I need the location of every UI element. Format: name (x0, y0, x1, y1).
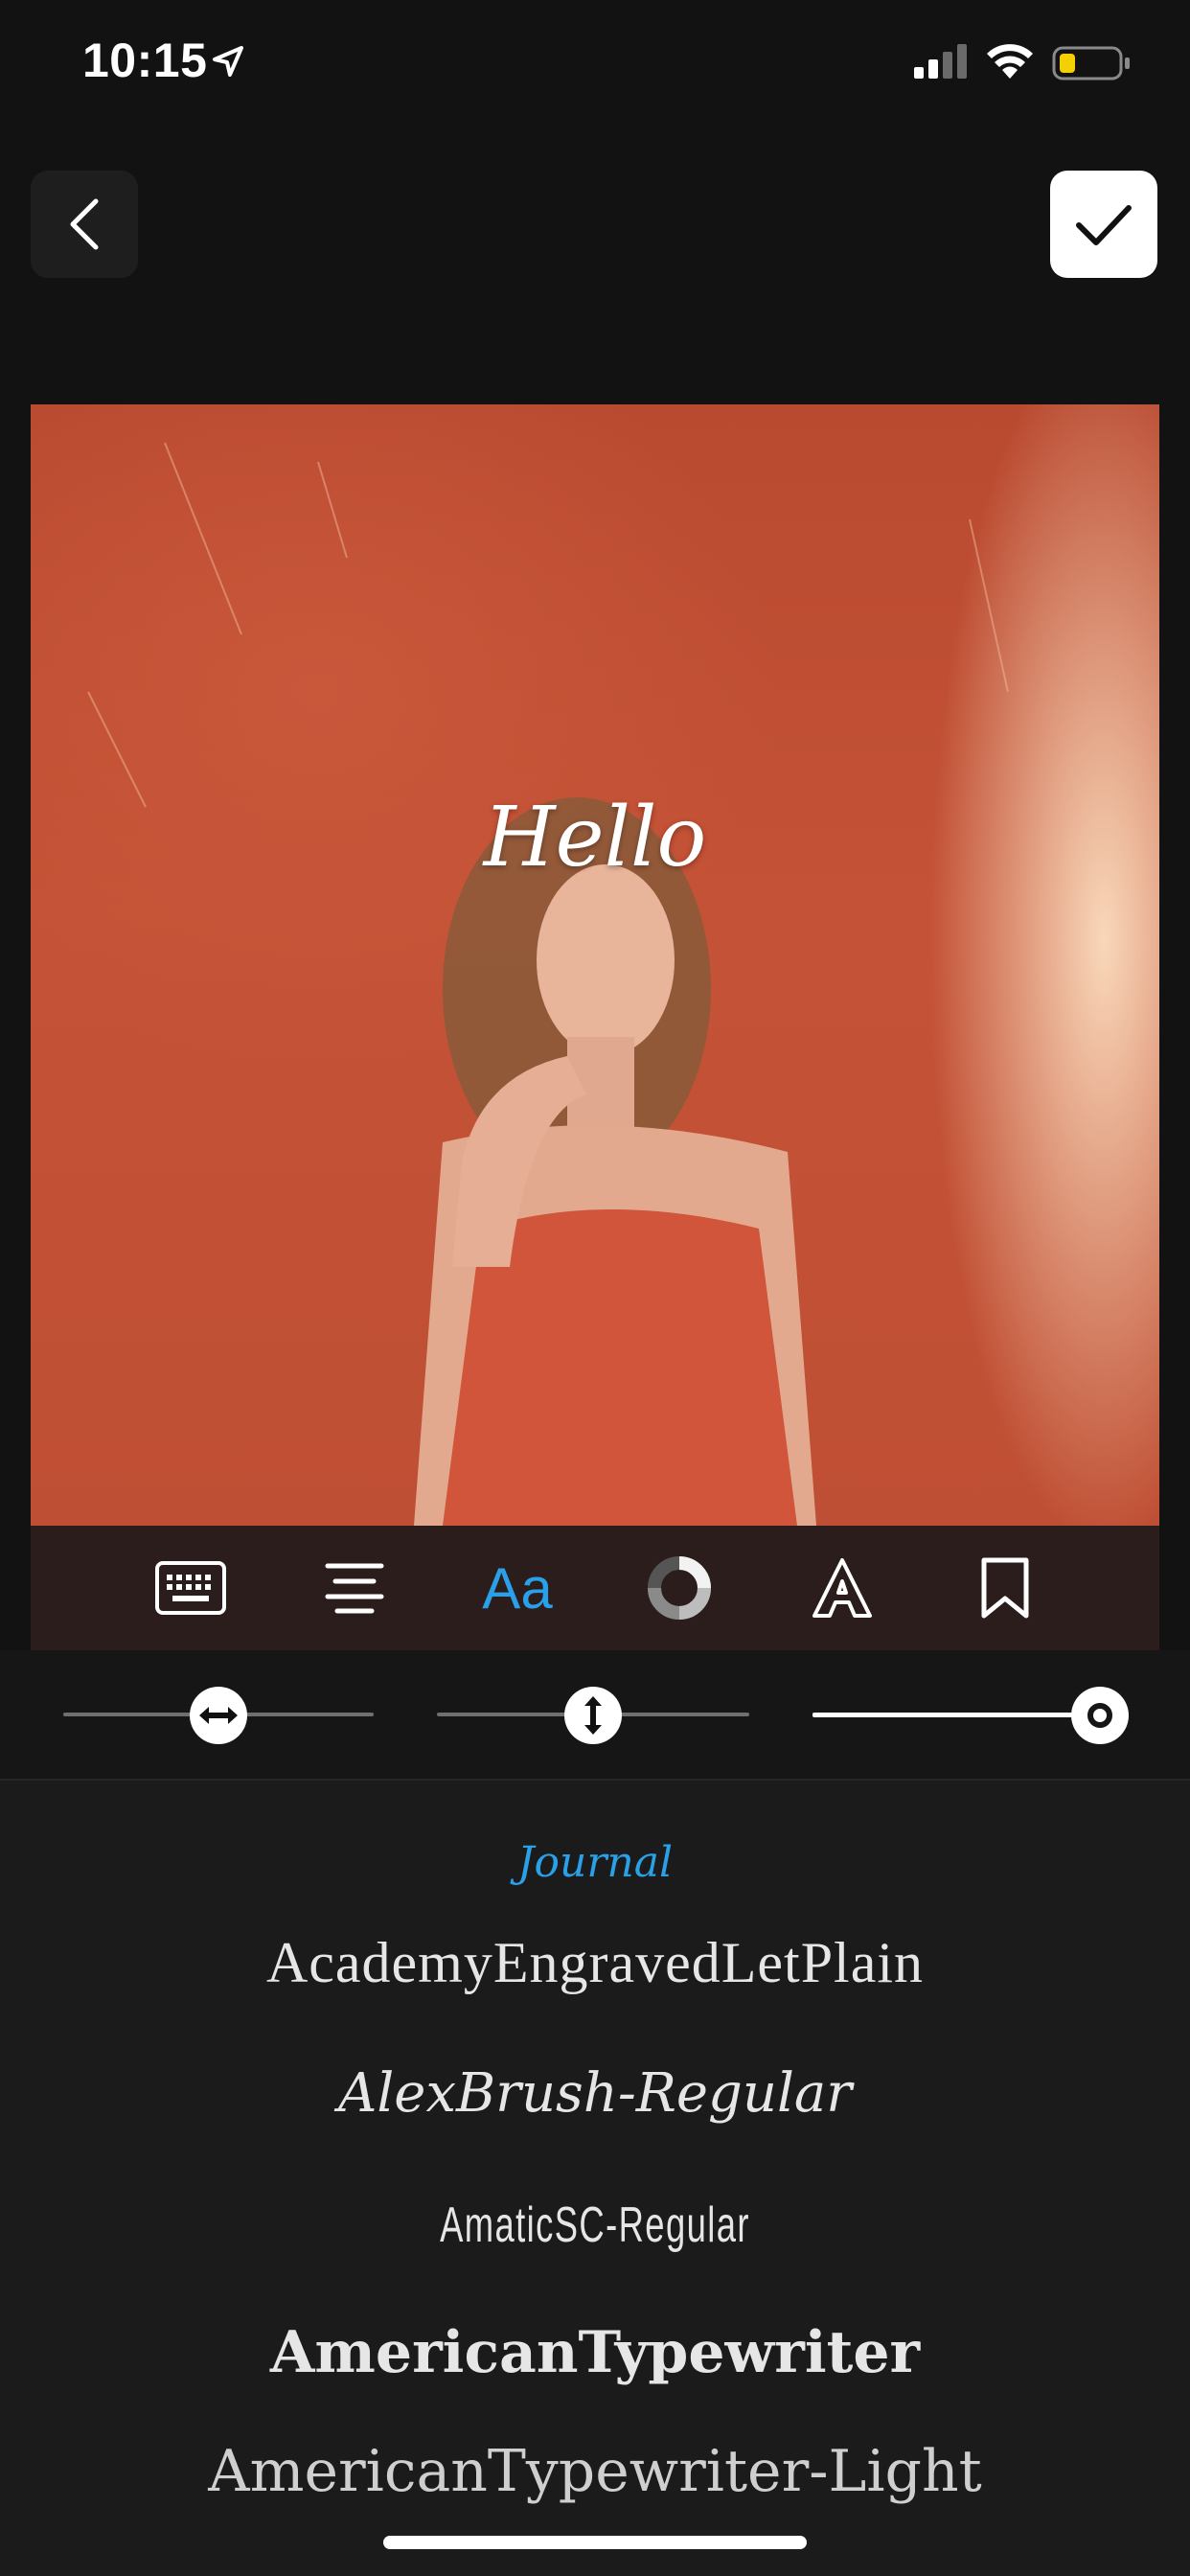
alignment-tool[interactable] (311, 1545, 398, 1631)
photo-image (87, 442, 1009, 1526)
confirm-button[interactable] (1050, 171, 1157, 278)
bookmark-icon (981, 1557, 1029, 1619)
font-tool[interactable]: Aa (474, 1545, 561, 1631)
status-time: 10:15 (82, 34, 208, 87)
keyboard-tool[interactable] (148, 1545, 234, 1631)
opacity-track[interactable] (812, 1713, 1100, 1717)
letter-spacing-slider[interactable] (190, 1687, 247, 1744)
home-indicator (383, 2536, 807, 2549)
font-item[interactable]: AmericanTypewriter (0, 2319, 1190, 2386)
wifi-icon (987, 44, 1033, 79)
location-arrow-icon (213, 46, 243, 77)
canvas-text[interactable]: Hello (31, 790, 1159, 886)
text-toolbar: Aa (31, 1526, 1159, 1650)
cellular-signal-icon (914, 44, 967, 79)
font-item[interactable]: AcademyEngravedLetPlain (0, 1930, 1190, 1996)
line-height-slider[interactable] (564, 1687, 622, 1744)
font-item[interactable]: AlexBrush-Regular (0, 2062, 1190, 2125)
opacity-slider[interactable] (1071, 1687, 1129, 1744)
font-item-selected[interactable]: Journal (0, 1838, 1190, 1887)
adjustment-sliders (0, 1650, 1190, 1779)
font-item[interactable]: AmericanTypewriter-Light (0, 2438, 1190, 2505)
outline-tool[interactable] (799, 1545, 885, 1631)
color-tool[interactable] (636, 1545, 722, 1631)
bookmark-tool[interactable] (962, 1545, 1048, 1631)
align-center-icon (325, 1563, 384, 1614)
font-list: Journal AcademyEngravedLetPlain AlexBrus… (0, 1781, 1190, 2576)
status-bar: 10:15 (0, 0, 1190, 126)
chevron-left-icon (70, 198, 99, 250)
horizontal-arrows-icon (199, 1707, 238, 1724)
outline-letter-icon (812, 1558, 872, 1618)
color-ring-icon (648, 1556, 711, 1620)
font-item[interactable]: AmaticSC-Regular (178, 2196, 1011, 2254)
vertical-arrows-icon (584, 1696, 602, 1735)
back-button[interactable] (31, 171, 138, 278)
photo-canvas[interactable]: Hello (31, 404, 1159, 1526)
keyboard-icon (155, 1561, 226, 1615)
checkmark-icon (1076, 205, 1132, 245)
battery-icon (1052, 46, 1130, 80)
